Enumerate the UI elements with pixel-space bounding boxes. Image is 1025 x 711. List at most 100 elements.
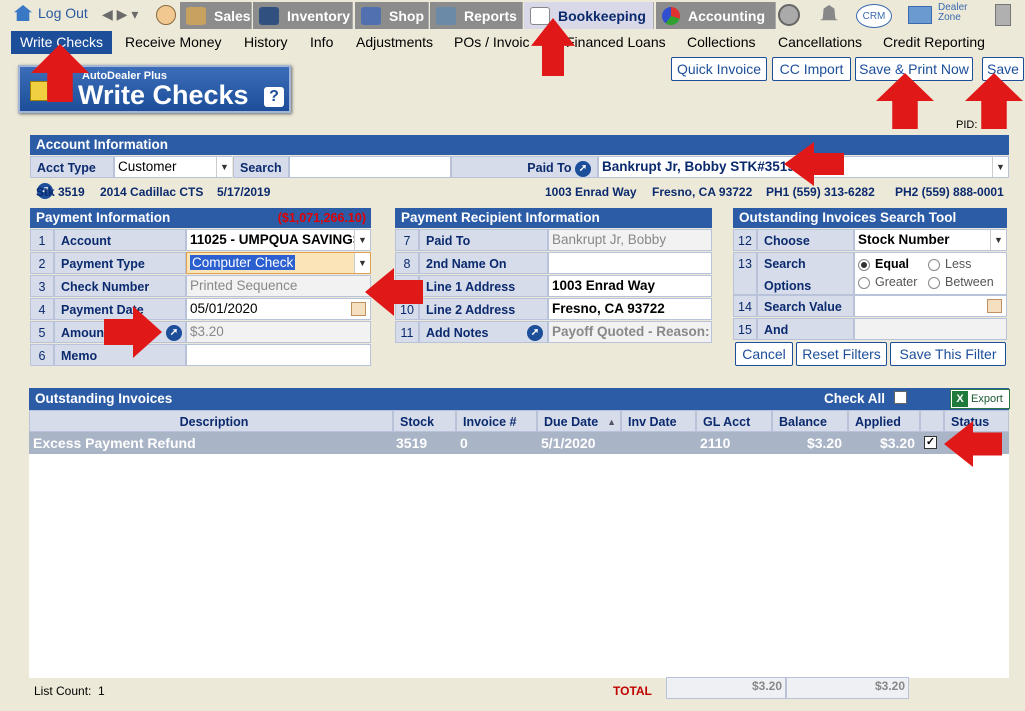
- cancel-button[interactable]: Cancel: [735, 342, 793, 366]
- chevron-down-icon[interactable]: ▼: [990, 230, 1006, 250]
- link-icon[interactable]: ➚: [527, 325, 543, 341]
- amount-field: $3.20: [186, 321, 371, 343]
- nav-accounting[interactable]: Accounting: [656, 2, 776, 29]
- link-icon[interactable]: ➚: [575, 160, 591, 177]
- nav-inventory[interactable]: Inventory: [253, 2, 353, 29]
- search-tool-header: Outstanding Invoices Search Tool: [733, 208, 1007, 228]
- subnav-info[interactable]: Info: [310, 31, 333, 54]
- line1-address-input[interactable]: 1003 Enrad Way: [548, 275, 712, 297]
- chevron-down-icon[interactable]: ▼: [354, 253, 370, 273]
- export-button[interactable]: X Export: [950, 389, 1010, 409]
- row-number: 2: [30, 252, 54, 274]
- row-number: 8: [395, 252, 419, 274]
- save-filter-button[interactable]: Save This Filter: [890, 342, 1006, 366]
- check-all-checkbox[interactable]: [894, 391, 907, 404]
- row-number: 12: [733, 229, 757, 251]
- row-number: 14: [733, 295, 757, 317]
- bell-icon[interactable]: [820, 5, 838, 21]
- phone-2: PH2 (559) 888-0001: [895, 185, 1004, 199]
- search-options-group: Equal Less Greater Between: [854, 252, 1007, 295]
- col-balance[interactable]: Balance: [772, 410, 848, 432]
- subnav-pos-invoices[interactable]: POs / Invoic: [454, 31, 529, 54]
- subnav-collections[interactable]: Collections: [687, 31, 755, 54]
- option-between[interactable]: Between: [928, 275, 994, 289]
- row-description: Excess Payment Refund: [33, 435, 196, 451]
- memo-input[interactable]: [186, 344, 371, 366]
- and-field: [854, 318, 1007, 340]
- total-label: TOTAL: [613, 684, 652, 698]
- row-number: 3: [30, 275, 54, 297]
- col-gl-acct[interactable]: GL Acct: [696, 410, 772, 432]
- subnav-credit-reporting[interactable]: Credit Reporting: [883, 31, 985, 54]
- link-icon[interactable]: ➚: [166, 325, 182, 341]
- nav-bookkeeping[interactable]: Bookkeeping: [524, 2, 654, 29]
- col-inv-date[interactable]: Inv Date: [621, 410, 696, 432]
- account-select[interactable]: 11025 - UMPQUA SAVINGS: [186, 229, 371, 251]
- payment-type-select[interactable]: Computer Check: [186, 252, 371, 274]
- subnav-cancellations[interactable]: Cancellations: [778, 31, 862, 54]
- choose-search-label: Choose Search: [757, 229, 854, 270]
- top-nav-bar: Log Out ◀ ▶ ▾ Sales Inventory Shop Repor…: [0, 0, 1025, 31]
- nav-reports[interactable]: Reports: [430, 2, 523, 29]
- save-button[interactable]: Save: [982, 57, 1024, 81]
- line2-address-input[interactable]: Fresno, CA 93722: [548, 298, 712, 320]
- paid-to-label: Paid To ➚: [451, 156, 598, 178]
- calculator-icon[interactable]: [995, 4, 1011, 26]
- search-input[interactable]: [289, 156, 451, 178]
- acct-type-select[interactable]: Customer: [114, 156, 232, 178]
- col-status[interactable]: Status: [944, 410, 1009, 432]
- calendar-icon[interactable]: [987, 299, 1002, 313]
- sub-nav-bar: Write Checks Receive Money History Info …: [0, 31, 1025, 54]
- excel-icon: X: [952, 391, 968, 407]
- nav-shop[interactable]: Shop: [355, 2, 429, 29]
- chevron-down-icon[interactable]: ▼: [992, 157, 1008, 177]
- col-description[interactable]: Description: [29, 410, 393, 432]
- calendar-icon[interactable]: [351, 302, 366, 316]
- reset-filters-button[interactable]: Reset Filters: [796, 342, 887, 366]
- gear-icon[interactable]: [778, 4, 800, 26]
- search-value-input[interactable]: [854, 295, 1007, 317]
- choose-search-select[interactable]: Stock Number: [854, 229, 1007, 251]
- logout-link[interactable]: Log Out: [14, 5, 88, 21]
- sales-icon: [186, 6, 206, 25]
- table-row[interactable]: Excess Payment Refund 3519 0 5/1/2020 21…: [29, 432, 1009, 454]
- crm-icon[interactable]: CRM: [856, 4, 892, 28]
- dealer-zone-label[interactable]: Dealer Zone: [938, 3, 978, 23]
- quick-invoice-button[interactable]: Quick Invoice: [671, 57, 767, 81]
- help-icon[interactable]: ?: [264, 87, 284, 107]
- sort-up-icon: ▲: [607, 417, 616, 427]
- book-icon: [530, 6, 550, 25]
- home-icon: [14, 5, 32, 21]
- option-equal[interactable]: Equal: [858, 255, 928, 273]
- save-print-button[interactable]: Save & Print Now: [855, 57, 973, 81]
- col-invoice[interactable]: Invoice #: [456, 410, 537, 432]
- wrench-icon: [361, 6, 381, 25]
- col-due-date[interactable]: Due Date ▲: [537, 410, 621, 432]
- pie-chart-icon: [662, 6, 680, 25]
- reports-icon: [436, 6, 456, 25]
- user-avatar-icon[interactable]: [156, 5, 176, 25]
- nav-sales[interactable]: Sales: [180, 2, 252, 29]
- check-number-label: Check Number: [54, 275, 186, 297]
- row-number: 11: [395, 321, 419, 343]
- payment-date-input[interactable]: 05/01/2020: [186, 298, 371, 320]
- option-greater[interactable]: Greater: [858, 273, 928, 291]
- row-checkbox[interactable]: ✓: [924, 436, 937, 449]
- total-applied: $3.20: [786, 677, 909, 699]
- dealer-zone-icon[interactable]: [908, 6, 932, 24]
- row-number: 15: [733, 318, 757, 340]
- back-forward-icon[interactable]: ◀ ▶ ▾: [102, 6, 138, 23]
- second-name-input[interactable]: [548, 252, 712, 274]
- subnav-financed-loans[interactable]: Financed Loans: [566, 31, 666, 54]
- option-less[interactable]: Less: [928, 257, 971, 271]
- line2-address-label: Line 2 Address: [419, 298, 548, 320]
- col-stock[interactable]: Stock: [393, 410, 456, 432]
- subnav-history[interactable]: History: [244, 31, 288, 54]
- chevron-down-icon[interactable]: ▼: [354, 230, 370, 250]
- col-applied[interactable]: Applied: [848, 410, 920, 432]
- chevron-down-icon[interactable]: ▼: [216, 157, 232, 177]
- subnav-receive-money[interactable]: Receive Money: [125, 31, 222, 54]
- cc-import-button[interactable]: CC Import: [772, 57, 851, 81]
- subnav-adjustments[interactable]: Adjustments: [356, 31, 433, 54]
- phone-1: PH1 (559) 313-6282: [766, 185, 875, 199]
